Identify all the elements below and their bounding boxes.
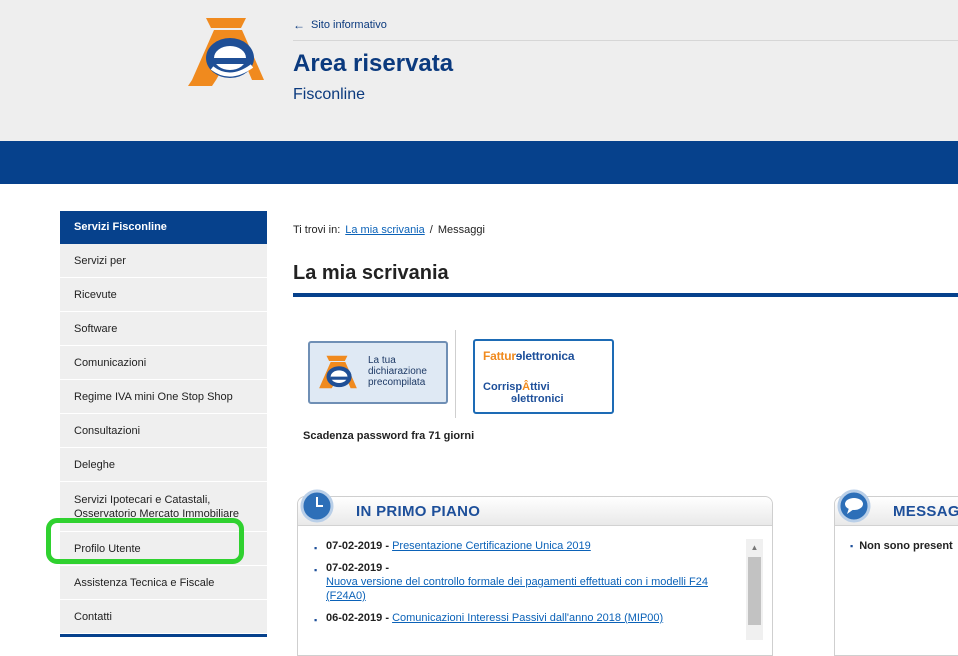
area-title: Area riservata: [293, 50, 454, 77]
sidebar-item-regime-iva[interactable]: Regime IVA mini One Stop Shop: [60, 380, 267, 414]
primo-piano-title: IN PRIMO PIANO: [356, 503, 481, 520]
sidebar-item-ricevute[interactable]: Ricevute: [60, 278, 267, 312]
header-divider: [293, 40, 958, 41]
clock-icon: [300, 489, 334, 523]
messaggi-panel: MESSAG: [834, 489, 958, 656]
back-link-label: Sito informativo: [311, 19, 387, 31]
list-item: ▪ 07-02-2019 - Nuova versione del contro…: [314, 562, 708, 602]
precompilata-label: La tua dichiarazione precompilata: [368, 355, 427, 388]
sidebar-item-profilo-utente[interactable]: Profilo Utente: [60, 532, 267, 566]
back-to-site-link[interactable]: ← Sito informativo: [293, 18, 387, 32]
sidebar-item-software[interactable]: Software: [60, 312, 267, 346]
bullet-icon: ▪: [314, 565, 318, 575]
title-underline: [293, 293, 958, 297]
news-link[interactable]: Nuova versione del controllo formale dei…: [326, 576, 708, 602]
breadcrumb-current: Messaggi: [437, 224, 485, 236]
messaggi-title: MESSAG: [893, 503, 958, 520]
sidebar-heading: Servizi Fisconline: [60, 211, 267, 244]
breadcrumb-prefix: Ti trovi in:: [293, 224, 341, 236]
site-header: ← Sito informativo Area riservata Fiscon…: [0, 0, 958, 141]
password-expiry-notice: Scadenza password fra 71 giorni: [303, 430, 475, 442]
news-link[interactable]: Presentazione Certificazione Unica 2019: [392, 540, 591, 552]
breadcrumb: Ti trovi in: La mia scrivania / Messaggi: [293, 224, 485, 236]
news-list: ▪ 07-02-2019 - Presentazione Certificazi…: [312, 539, 742, 633]
breadcrumb-link-scrivania[interactable]: La mia scrivania: [345, 224, 424, 236]
nav-bar: [0, 141, 958, 184]
messaggi-empty-text: ▪ Non sono present: [850, 540, 953, 552]
sidebar-item-comunicazioni[interactable]: Comunicazioni: [60, 346, 267, 380]
precompilata-banner[interactable]: La tua dichiarazione precompilata: [308, 341, 448, 404]
area-subtitle: Fisconline: [293, 86, 366, 103]
bullet-icon: ▪: [850, 541, 854, 551]
sidebar-item-assistenza[interactable]: Assistenza Tecnica e Fiscale: [60, 566, 267, 600]
speech-bubble-icon: [837, 489, 871, 523]
list-item: ▪ 06-02-2019 - Comunicazioni Interessi P…: [314, 612, 664, 625]
news-scrollbar[interactable]: ▲: [746, 539, 763, 640]
messaggi-header: MESSAG: [835, 489, 958, 526]
scroll-thumb[interactable]: [748, 557, 761, 625]
sidebar-item-consultazioni[interactable]: Consultazioni: [60, 414, 267, 448]
fattura-elettronica-label: Fatturɘlettronica: [483, 349, 575, 363]
agenzia-entrate-logo-icon[interactable]: [186, 16, 270, 86]
sidebar-item-servizi-per[interactable]: Servizi per: [60, 244, 267, 278]
bullet-icon: ▪: [314, 543, 318, 553]
sidebar-item-servizi-ipotecari[interactable]: Servizi Ipotecari e Catastali, Osservato…: [60, 482, 267, 532]
list-item: ▪ 07-02-2019 - Presentazione Certificazi…: [314, 540, 591, 553]
sidebar-footer-bar: [60, 634, 267, 637]
breadcrumb-separator: /: [429, 224, 433, 236]
e-logo-icon-2: ɘ: [511, 393, 518, 405]
arrow-left-icon: ←: [293, 18, 305, 32]
bullet-icon: ▪: [314, 615, 318, 625]
news-link[interactable]: Comunicazioni Interessi Passivi dall'ann…: [392, 612, 663, 624]
scroll-up-icon[interactable]: ▲: [746, 539, 763, 556]
fattura-elettronica-banner[interactable]: Fatturɘlettronica CorrispÂttivi ɘlettron…: [473, 339, 614, 414]
page-title: La mia scrivania: [293, 262, 449, 284]
sidebar: Servizi Fisconline Servizi per Ricevute …: [60, 211, 267, 637]
sidebar-item-contatti[interactable]: Contatti: [60, 600, 267, 634]
corrispettivi-label: CorrispÂttivi ɘlettronici: [483, 381, 564, 405]
agenzia-logo-small-icon: [319, 355, 357, 389]
sidebar-item-deleghe[interactable]: Deleghe: [60, 448, 267, 482]
primo-piano-header: IN PRIMO PIANO: [298, 489, 772, 526]
banner-divider: [455, 330, 456, 418]
a-logo-icon: Â: [522, 381, 531, 393]
